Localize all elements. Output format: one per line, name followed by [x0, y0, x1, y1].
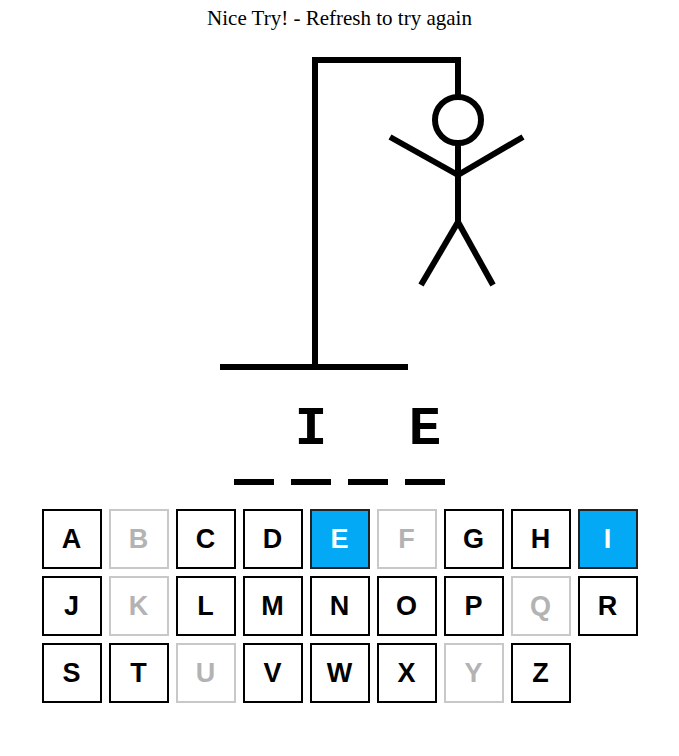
hangman-right-leg: [458, 222, 493, 285]
letter-key[interactable]: L: [176, 576, 236, 636]
hangman-body: [455, 143, 461, 222]
letter-key[interactable]: B: [109, 509, 169, 569]
letter-text: I: [295, 403, 327, 457]
letter-key[interactable]: U: [176, 643, 236, 703]
letter-key[interactable]: C: [176, 509, 236, 569]
letter-key[interactable]: T: [109, 643, 169, 703]
letter-underline: [291, 479, 331, 485]
hangman-left-arm: [390, 137, 458, 175]
letter-text: E: [409, 403, 441, 457]
keyboard: ABCDEFGHI JKLMNOPQR STUVWXYZ: [42, 509, 638, 703]
hangman-head: [435, 97, 481, 143]
gallows-pole: [312, 57, 318, 367]
hangman-right-arm: [458, 137, 523, 175]
letter-key[interactable]: S: [42, 643, 102, 703]
status-title: Nice Try! - Refresh to try again: [207, 0, 472, 45]
letter-key[interactable]: I: [578, 509, 638, 569]
letter-key[interactable]: Y: [444, 643, 504, 703]
letter-key[interactable]: A: [42, 509, 102, 569]
gallows-rope: [455, 57, 461, 97]
letter-key[interactable]: N: [310, 576, 370, 636]
letter-key[interactable]: X: [377, 643, 437, 703]
letter-key[interactable]: J: [42, 576, 102, 636]
letter-key[interactable]: H: [511, 509, 571, 569]
letter-key[interactable]: G: [444, 509, 504, 569]
letter-underline: [234, 479, 274, 485]
letter-slot: [348, 403, 388, 485]
letter-key[interactable]: D: [243, 509, 303, 569]
letter-underline: [405, 479, 445, 485]
letter-slot: [234, 403, 274, 485]
letter-slot: I: [291, 403, 331, 485]
letter-key[interactable]: K: [109, 576, 169, 636]
letter-key[interactable]: V: [243, 643, 303, 703]
letter-key[interactable]: E: [310, 509, 370, 569]
letter-key[interactable]: W: [310, 643, 370, 703]
hangman-left-leg: [421, 222, 458, 285]
letter-key[interactable]: O: [377, 576, 437, 636]
letter-slot: E: [405, 403, 445, 485]
letter-key[interactable]: F: [377, 509, 437, 569]
gallows-beam: [312, 57, 461, 63]
word-display: IE: [234, 403, 445, 485]
letter-key[interactable]: Z: [511, 643, 571, 703]
letter-key[interactable]: Q: [511, 576, 571, 636]
letter-underline: [348, 479, 388, 485]
hangman-page: Nice Try! - Refresh to try againIEABCDEF…: [0, 0, 679, 756]
letter-key[interactable]: R: [578, 576, 638, 636]
letter-key[interactable]: P: [444, 576, 504, 636]
letter-key[interactable]: M: [243, 576, 303, 636]
gallows-drawing: [0, 45, 679, 375]
